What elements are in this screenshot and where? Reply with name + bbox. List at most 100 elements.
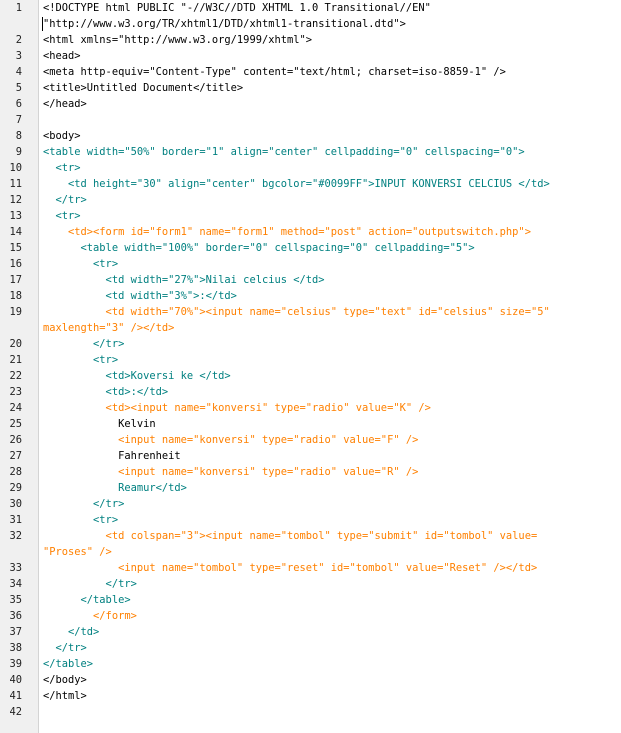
code-line[interactable]: 13 <tr> — [0, 208, 621, 224]
code-line[interactable]: 25 Kelvin — [0, 416, 621, 432]
code-editor[interactable]: 1 <!DOCTYPE html PUBLIC "-//W3C//DTD XHTM… — [0, 0, 621, 733]
code-text: <input name="konversi" type="radio" valu… — [43, 466, 419, 478]
code-line[interactable]: 1 <!DOCTYPE html PUBLIC "-//W3C//DTD XHTM… — [0, 0, 621, 16]
code-line[interactable]: 31 <tr> — [0, 512, 621, 528]
code-text: </tr> — [43, 498, 125, 510]
line-number: 23 — [9, 386, 22, 398]
code-line[interactable]: 7 — [0, 112, 621, 128]
line-number: 36 — [9, 610, 22, 622]
code-text: </tr> — [43, 642, 87, 654]
line-number: 34 — [9, 578, 22, 590]
code-line[interactable]: 12 </tr> — [0, 192, 621, 208]
code-text: <td height="30" align="center" bgcolor="… — [43, 178, 550, 190]
code-text: Reamur</td> — [43, 482, 187, 494]
line-number: 14 — [9, 226, 22, 238]
code-line[interactable]: 27 Fahrenheit — [0, 448, 621, 464]
code-text: </body> — [43, 674, 87, 686]
code-line[interactable]: 37 </td> — [0, 624, 621, 640]
code-line[interactable]: 2 <html xmlns="http://www.w3.org/1999/xht… — [0, 32, 621, 48]
code-text: <head> — [43, 50, 81, 62]
code-line[interactable]: 29 Reamur</td> — [0, 480, 621, 496]
code-line[interactable]: 15 <table width="100%" border="0" cellsp… — [0, 240, 621, 256]
code-line[interactable]: 18 <td width="3%">:</td> — [0, 288, 621, 304]
code-line-continuation[interactable]: "Proses" /> — [0, 544, 621, 560]
line-number: 18 — [9, 290, 22, 302]
code-text: <tr> — [43, 514, 119, 526]
code-text: </table> — [43, 594, 131, 606]
code-line[interactable]: 9 <table width="50%" border="1" align="ce… — [0, 144, 621, 160]
code-line[interactable]: 38 </tr> — [0, 640, 621, 656]
line-number: 38 — [9, 642, 22, 654]
code-text: </head> — [43, 98, 87, 110]
code-line[interactable]: 8 <body> — [0, 128, 621, 144]
code-line[interactable]: 35 </table> — [0, 592, 621, 608]
line-number: 32 — [9, 530, 22, 542]
code-text: <td>Koversi ke </td> — [43, 370, 231, 382]
line-number: 19 — [9, 306, 22, 318]
line-number: 33 — [9, 562, 22, 574]
code-line[interactable]: 11 <td height="30" align="center" bgcolo… — [0, 176, 621, 192]
code-line[interactable]: 23 <td>:</td> — [0, 384, 621, 400]
code-line[interactable]: 28 <input name="konversi" type="radio" v… — [0, 464, 621, 480]
line-number: 35 — [9, 594, 22, 606]
code-line[interactable]: 41 </html> — [0, 688, 621, 704]
code-line[interactable]: 26 <input name="konversi" type="radio" v… — [0, 432, 621, 448]
line-number: 3 — [15, 50, 22, 62]
line-number: 12 — [9, 194, 22, 206]
code-line-continuation[interactable]: "http://www.w3.org/TR/xhtml1/DTD/xhtml1-… — [0, 16, 621, 32]
code-line[interactable]: 42 — [0, 704, 621, 720]
code-line[interactable]: 19 <td width="70%"><input name="celsius"… — [0, 304, 621, 320]
code-line[interactable]: 3 <head> — [0, 48, 621, 64]
code-line[interactable]: 20 </tr> — [0, 336, 621, 352]
line-number: 17 — [9, 274, 22, 286]
line-number: 41 — [9, 690, 22, 702]
code-line[interactable]: 34 </tr> — [0, 576, 621, 592]
line-number: 11 — [9, 178, 22, 190]
line-number: 28 — [9, 466, 22, 478]
code-text: </tr> — [43, 338, 125, 350]
code-text: <tr> — [43, 210, 81, 222]
code-line[interactable]: 39 </table> — [0, 656, 621, 672]
line-number: 1 — [15, 2, 22, 14]
code-line[interactable]: 36 </form> — [0, 608, 621, 624]
code-text: "http://www.w3.org/TR/xhtml1/DTD/xhtml1-… — [43, 18, 406, 30]
code-text: <title>Untitled Document</title> — [43, 82, 244, 94]
code-text: <td width="70%"><input name="celsius" ty… — [43, 306, 550, 318]
code-line[interactable]: 32 <td colspan="3"><input name="tombol" … — [0, 528, 621, 544]
code-text: <table width="100%" border="0" cellspaci… — [43, 242, 475, 254]
code-text: Kelvin — [43, 418, 156, 430]
code-line[interactable]: 16 <tr> — [0, 256, 621, 272]
line-number: 40 — [9, 674, 22, 686]
code-area[interactable]: 1 <!DOCTYPE html PUBLIC "-//W3C//DTD XHTM… — [0, 0, 621, 720]
line-number: 42 — [9, 706, 22, 718]
code-line[interactable]: 14 <td><form id="form1" name="form1" met… — [0, 224, 621, 240]
line-number: 20 — [9, 338, 22, 350]
code-text: <table width="50%" border="1" align="cen… — [43, 146, 525, 158]
code-line[interactable]: 17 <td width="27%">Nilai celcius </td> — [0, 272, 621, 288]
code-text: <body> — [43, 130, 81, 142]
code-line[interactable]: 10 <tr> — [0, 160, 621, 176]
line-number: 7 — [15, 114, 22, 126]
code-text: <td width="3%">:</td> — [43, 290, 237, 302]
code-line[interactable]: 21 <tr> — [0, 352, 621, 368]
code-line[interactable]: 22 <td>Koversi ke </td> — [0, 368, 621, 384]
line-number: 26 — [9, 434, 22, 446]
code-text: </tr> — [43, 578, 137, 590]
line-number: 39 — [9, 658, 22, 670]
code-text: <input name="konversi" type="radio" valu… — [43, 434, 419, 446]
code-line[interactable]: 5 <title>Untitled Document</title> — [0, 80, 621, 96]
code-line[interactable]: 33 <input name="tombol" type="reset" id=… — [0, 560, 621, 576]
code-text: <td><form id="form1" name="form1" method… — [43, 226, 531, 238]
line-number: 21 — [9, 354, 22, 366]
code-line[interactable]: 24 <td><input name="konversi" type="radi… — [0, 400, 621, 416]
line-number: 24 — [9, 402, 22, 414]
code-line-continuation[interactable]: maxlength="3" /></td> — [0, 320, 621, 336]
line-number: 5 — [15, 82, 22, 94]
code-line[interactable]: 6 </head> — [0, 96, 621, 112]
code-line[interactable]: 40 </body> — [0, 672, 621, 688]
code-text: "Proses" /> — [43, 546, 112, 558]
code-text: </table> — [43, 658, 94, 670]
code-line[interactable]: 30 </tr> — [0, 496, 621, 512]
code-line[interactable]: 4 <meta http-equiv="Content-Type" content… — [0, 64, 621, 80]
code-text: <tr> — [43, 354, 119, 366]
